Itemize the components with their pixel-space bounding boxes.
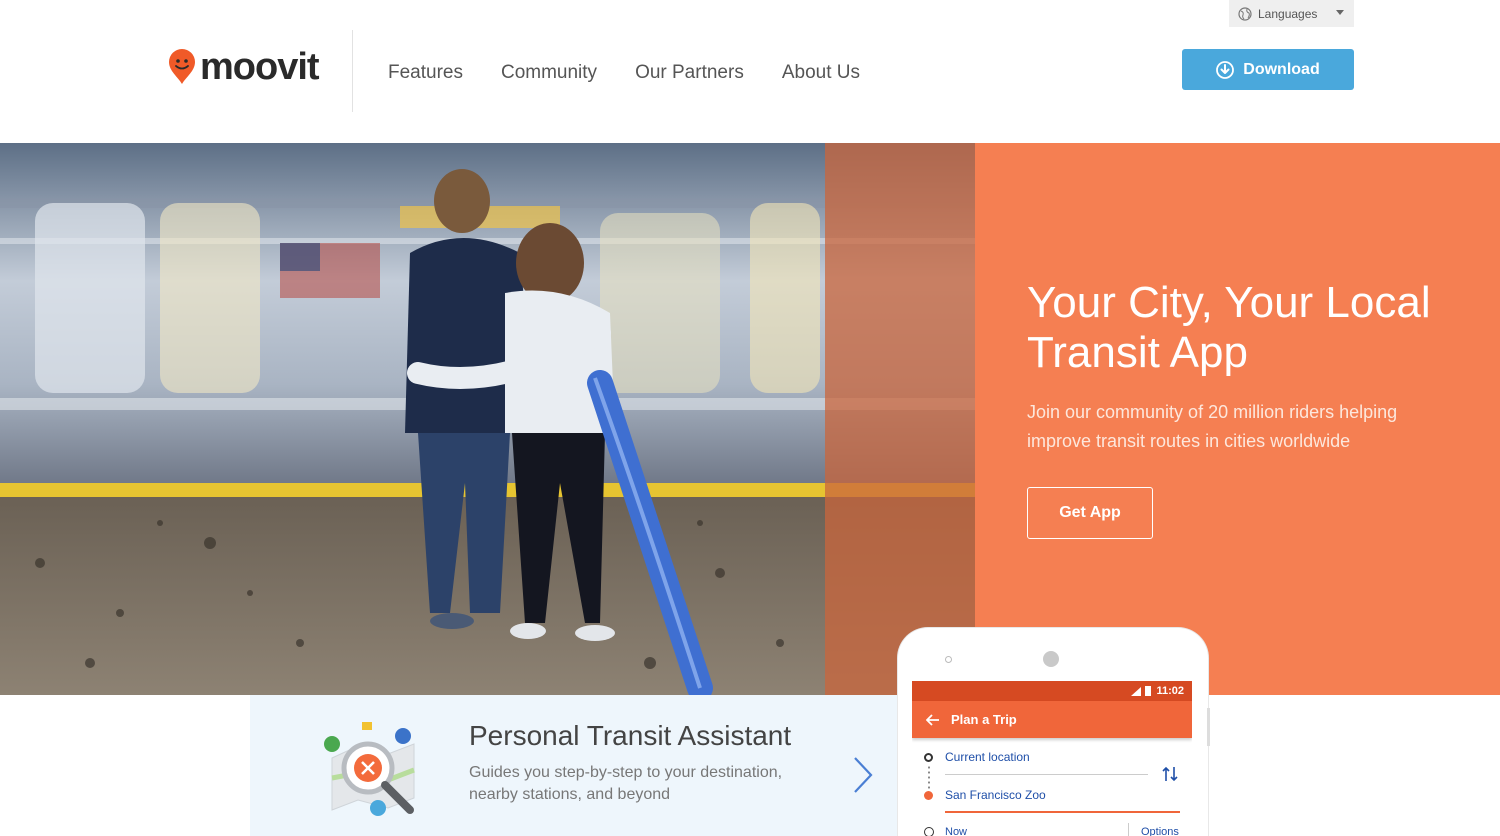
options-link[interactable]: Options	[1141, 826, 1179, 836]
origin-field[interactable]: Current location	[945, 750, 1030, 764]
back-arrow-icon[interactable]	[926, 713, 940, 726]
origin-marker	[924, 753, 933, 762]
phone-speaker	[945, 656, 952, 663]
languages-dropdown[interactable]: Languages	[1229, 0, 1354, 27]
location-pin-icon	[169, 49, 195, 84]
download-label: Download	[1243, 60, 1320, 78]
screen-title: Plan a Trip	[951, 712, 1017, 727]
globe-icon	[1238, 6, 1252, 21]
app-bar: Plan a Trip	[912, 701, 1192, 738]
chevron-right-icon[interactable]	[850, 755, 876, 795]
battery-icon	[1145, 686, 1152, 696]
departure-time[interactable]: Now	[945, 826, 967, 836]
status-time: 11:02	[1156, 685, 1184, 697]
chevron-down-icon	[1336, 10, 1344, 15]
nav-our-partners[interactable]: Our Partners	[635, 60, 744, 86]
main-nav: Features Community Our Partners About Us	[388, 60, 898, 86]
swap-icon[interactable]	[1161, 765, 1179, 783]
feature-description: Guides you step-by-step to your destinat…	[469, 764, 783, 803]
moovit-logo[interactable]: moovit	[168, 46, 320, 88]
header-divider	[352, 30, 353, 112]
destination-marker	[924, 791, 933, 800]
phone-side-button	[1207, 708, 1210, 746]
origin-underline	[945, 774, 1148, 775]
signal-icon	[1131, 686, 1142, 696]
download-icon	[1216, 60, 1235, 79]
hero-subtitle: Join our community of 20 million riders …	[1027, 402, 1398, 451]
languages-label: Languages	[1258, 6, 1318, 21]
nav-community[interactable]: Community	[501, 60, 597, 86]
nav-features[interactable]: Features	[388, 60, 463, 86]
route-dots	[928, 765, 930, 789]
site-header: Languages moovit Features Community Our …	[0, 0, 1500, 143]
logo-wordmark: moovit	[200, 46, 320, 88]
options-divider	[1128, 823, 1129, 836]
transit-assistant-icon	[324, 722, 415, 816]
download-button[interactable]: Download	[1182, 49, 1354, 90]
phone-screen: 11:02 Plan a Trip Current location San F…	[912, 681, 1192, 836]
feature-title: Personal Transit Assistant	[469, 720, 792, 751]
hero-photo	[0, 143, 975, 695]
nav-about-us[interactable]: About Us	[782, 60, 860, 86]
destination-underline	[945, 811, 1180, 813]
phone-mockup: 11:02 Plan a Trip Current location San F…	[898, 628, 1210, 836]
get-app-button[interactable]: Get App	[1027, 487, 1153, 539]
page: Languages moovit Features Community Our …	[0, 0, 1500, 836]
hero-title: Your City, Your Local Transit App	[1027, 278, 1431, 377]
phone-camera	[1043, 651, 1059, 667]
destination-field[interactable]: San Francisco Zoo	[945, 788, 1046, 802]
clock-icon	[924, 827, 934, 836]
status-bar: 11:02	[912, 681, 1192, 701]
